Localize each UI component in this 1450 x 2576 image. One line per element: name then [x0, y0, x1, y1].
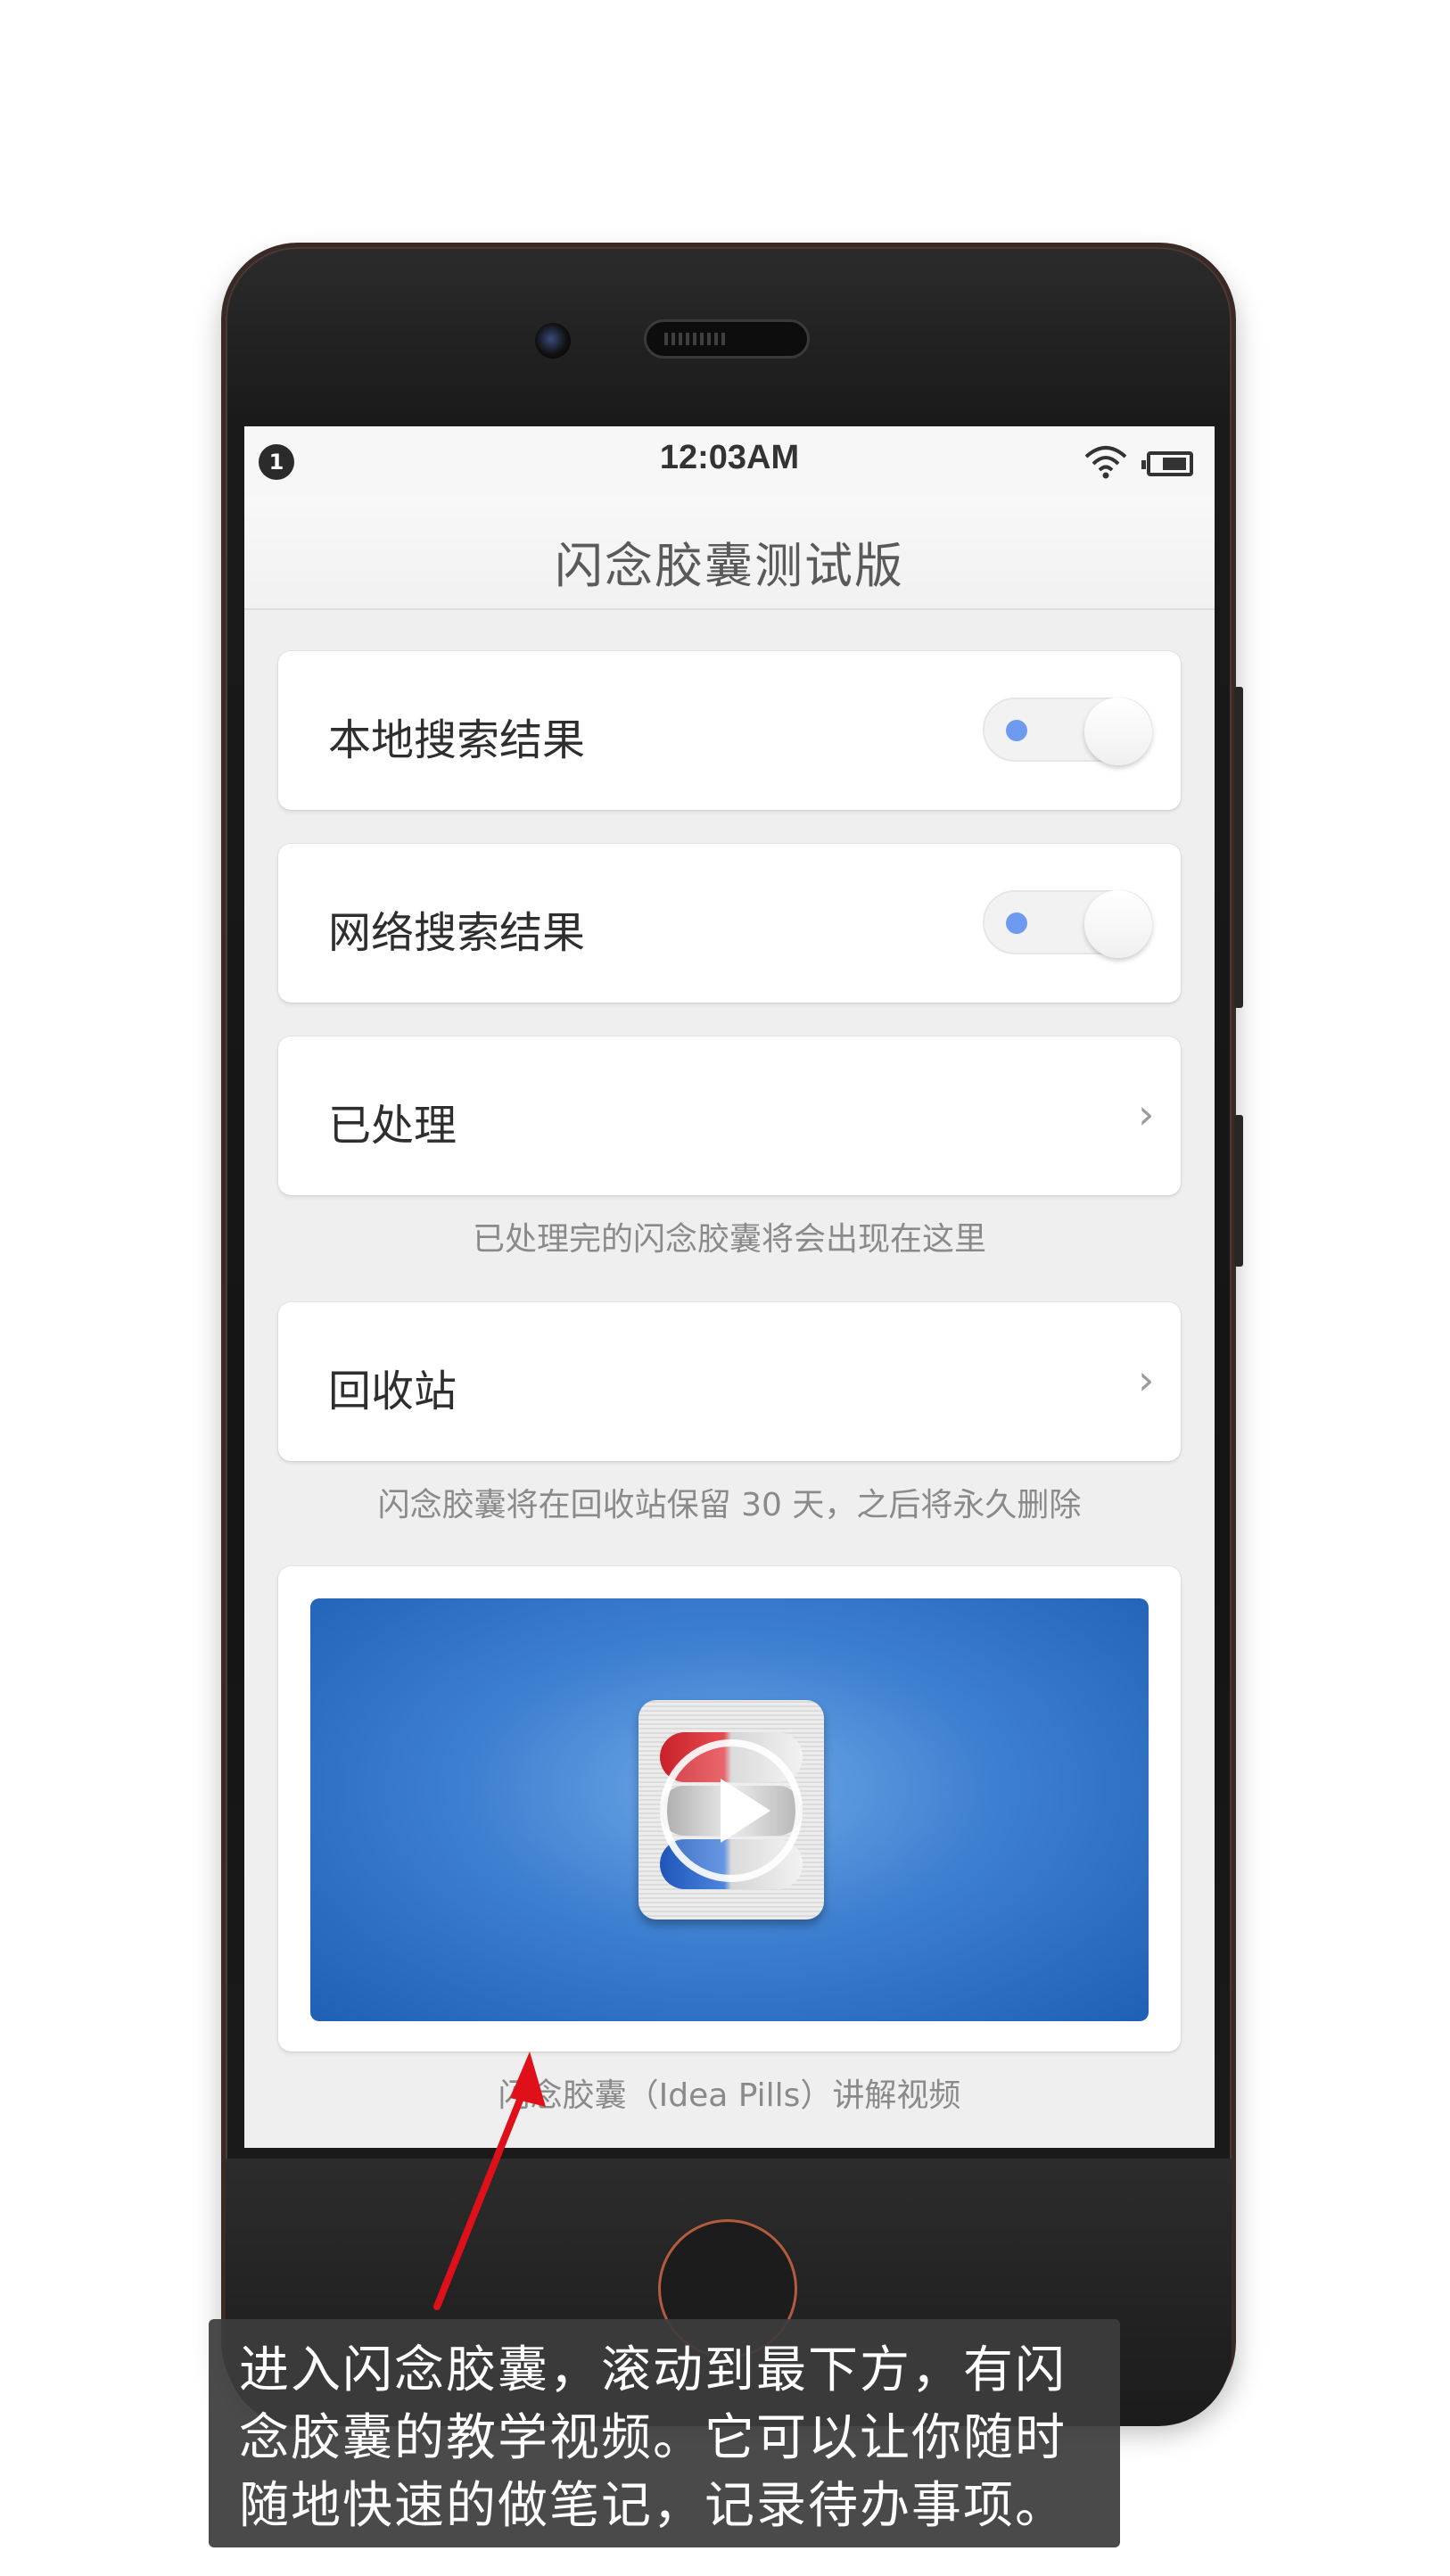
tutorial-video-thumbnail[interactable] [310, 1598, 1149, 2021]
toggle-indicator [1006, 720, 1027, 741]
front-camera [535, 323, 571, 359]
processed-caption: 已处理完的闪念胶囊将会出现在这里 [472, 1221, 986, 1258]
title-bar: 闪念胶囊测试版 [244, 496, 1215, 610]
local-search-label: 本地搜索结果 [328, 715, 586, 765]
web-search-toggle[interactable] [983, 890, 1152, 958]
earpiece-speaker [644, 319, 810, 359]
annotation-caption: 进入闪念胶囊，滚动到最下方，有闪念胶囊的教学视频。它可以让你随时随地快速的做笔记… [209, 2319, 1120, 2547]
recycle-bin-caption: 闪念胶囊将在回收站保留 30 天，之后将永久删除 [377, 1487, 1082, 1523]
screen: 1 12:03AM 闪念胶囊测试版 本地搜索结果 网络搜索结果 已处理 › 已处… [244, 426, 1215, 2148]
status-bar: 1 12:03AM [244, 426, 1215, 496]
power-button [1234, 1115, 1243, 1267]
battery-icon [1141, 451, 1193, 476]
chevron-right-icon: › [1138, 1356, 1155, 1404]
toggle-knob [1084, 698, 1152, 765]
volume-button [1234, 687, 1243, 1008]
status-time: 12:03AM [659, 439, 800, 476]
video-caption: 闪念胶囊（Idea Pills）讲解视频 [498, 2077, 961, 2114]
toggle-indicator [1006, 912, 1027, 934]
chevron-right-icon: › [1138, 1090, 1155, 1138]
local-search-toggle[interactable] [983, 698, 1152, 765]
idea-pills-app-icon [638, 1700, 824, 1920]
local-search-row[interactable]: 本地搜索结果 [278, 651, 1181, 810]
wifi-icon [1084, 446, 1127, 479]
page-title: 闪念胶囊测试版 [555, 538, 904, 594]
web-search-row[interactable]: 网络搜索结果 [278, 844, 1181, 1003]
recycle-bin-label: 回收站 [328, 1366, 457, 1416]
processed-row[interactable]: 已处理 › [278, 1036, 1181, 1195]
toggle-knob [1084, 890, 1152, 958]
recycle-bin-row[interactable]: 回收站 › [278, 1302, 1181, 1461]
play-triangle-icon [721, 1779, 770, 1843]
tutorial-video-card[interactable] [278, 1566, 1181, 2052]
web-search-label: 网络搜索结果 [328, 908, 586, 958]
play-icon[interactable] [660, 1739, 803, 1882]
processed-label: 已处理 [328, 1101, 457, 1151]
